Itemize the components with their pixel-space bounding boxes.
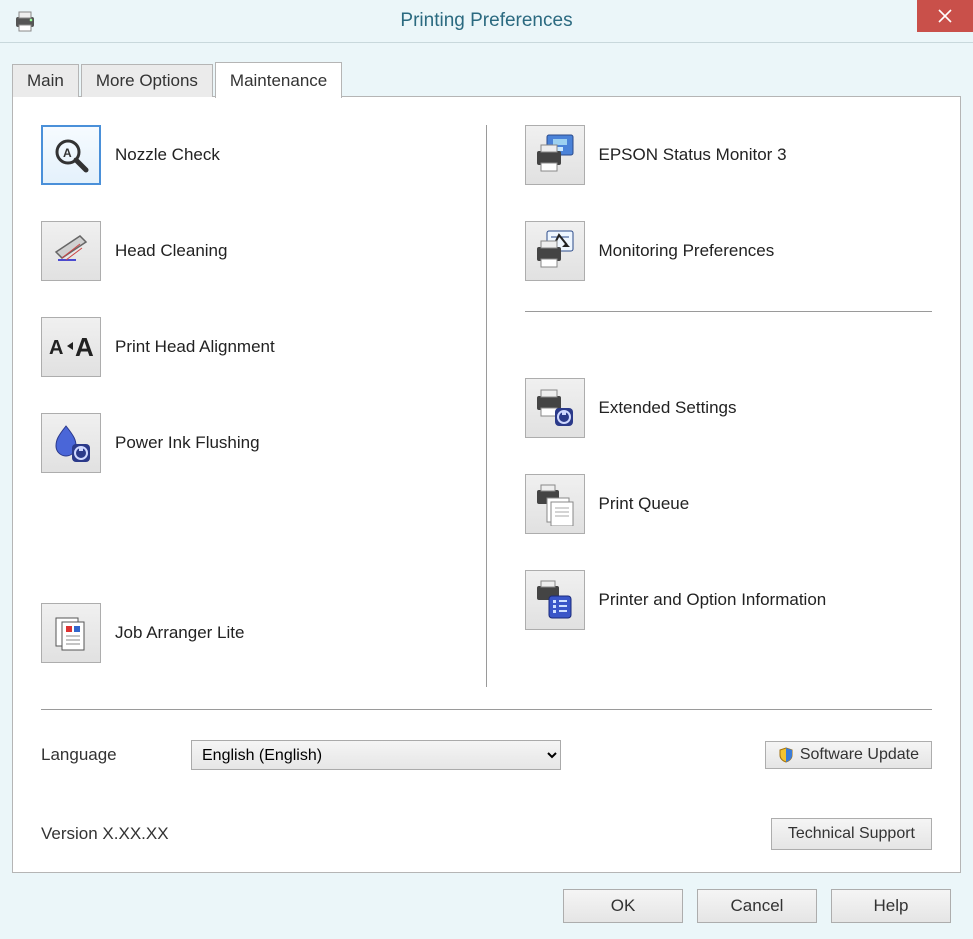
- print-queue-button[interactable]: Print Queue: [525, 474, 933, 534]
- client-area: Main More Options Maintenance A Nozzle C…: [0, 43, 973, 939]
- svg-text:A: A: [63, 146, 72, 160]
- head-alignment-label: Print Head Alignment: [115, 337, 275, 357]
- nozzle-check-button[interactable]: A Nozzle Check: [41, 125, 466, 185]
- head-cleaning-button[interactable]: Head Cleaning: [41, 221, 466, 281]
- technical-support-button[interactable]: Technical Support: [771, 818, 932, 850]
- job-arranger-button[interactable]: Job Arranger Lite: [41, 603, 466, 663]
- close-icon: [938, 9, 952, 23]
- printer-icon: [12, 8, 38, 34]
- job-arranger-icon: [41, 603, 101, 663]
- printer-info-label: Printer and Option Information: [599, 590, 827, 610]
- language-label: Language: [41, 745, 191, 765]
- language-row: Language English (English) Software Upda…: [41, 740, 932, 770]
- head-alignment-button[interactable]: A A Print Head Alignment: [41, 317, 466, 377]
- tab-page-maintenance: A Nozzle Check Head Cleaning: [12, 96, 961, 873]
- head-cleaning-label: Head Cleaning: [115, 241, 227, 261]
- status-monitor-button[interactable]: EPSON Status Monitor 3: [525, 125, 933, 185]
- footer-divider: [41, 709, 932, 710]
- extended-settings-button[interactable]: Extended Settings: [525, 378, 933, 438]
- head-alignment-icon: A A: [41, 317, 101, 377]
- close-button[interactable]: [917, 0, 973, 32]
- power-ink-flushing-label: Power Ink Flushing: [115, 433, 260, 453]
- status-monitor-icon: [525, 125, 585, 185]
- printer-info-button[interactable]: Printer and Option Information: [525, 570, 933, 630]
- monitoring-prefs-icon: [525, 221, 585, 281]
- print-queue-icon: [525, 474, 585, 534]
- tab-main[interactable]: Main: [12, 64, 79, 97]
- software-update-button[interactable]: Software Update: [765, 741, 932, 769]
- help-button[interactable]: Help: [831, 889, 951, 923]
- dialog-button-bar: OK Cancel Help: [12, 873, 961, 937]
- svg-text:A: A: [75, 332, 94, 362]
- printer-info-icon: [525, 570, 585, 630]
- maintenance-right-column: EPSON Status Monitor 3: [487, 125, 933, 687]
- window-title: Printing Preferences: [0, 10, 973, 32]
- maintenance-left-column: A Nozzle Check Head Cleaning: [41, 125, 487, 687]
- software-update-label: Software Update: [800, 746, 919, 764]
- status-monitor-label: EPSON Status Monitor 3: [599, 145, 787, 165]
- version-label: Version X.XX.XX: [41, 824, 169, 844]
- monitoring-prefs-button[interactable]: Monitoring Preferences: [525, 221, 933, 281]
- tab-strip: Main More Options Maintenance: [12, 61, 961, 97]
- svg-text:A: A: [49, 337, 63, 359]
- print-queue-label: Print Queue: [599, 494, 690, 514]
- power-ink-flushing-button[interactable]: Power Ink Flushing: [41, 413, 466, 473]
- nozzle-check-icon: A: [41, 125, 101, 185]
- tab-more-options[interactable]: More Options: [81, 64, 213, 97]
- ok-button[interactable]: OK: [563, 889, 683, 923]
- tab-maintenance[interactable]: Maintenance: [215, 62, 342, 98]
- extended-settings-label: Extended Settings: [599, 398, 737, 418]
- nozzle-check-label: Nozzle Check: [115, 145, 220, 165]
- language-select[interactable]: English (English): [191, 740, 561, 770]
- cancel-button[interactable]: Cancel: [697, 889, 817, 923]
- right-column-divider: [525, 311, 933, 312]
- power-ink-flushing-icon: [41, 413, 101, 473]
- version-row: Version X.XX.XX Technical Support: [41, 818, 932, 850]
- monitoring-prefs-label: Monitoring Preferences: [599, 241, 775, 261]
- shield-icon: [778, 747, 794, 763]
- head-cleaning-icon: [41, 221, 101, 281]
- extended-settings-icon: [525, 378, 585, 438]
- job-arranger-label: Job Arranger Lite: [115, 623, 244, 643]
- titlebar: Printing Preferences: [0, 0, 973, 43]
